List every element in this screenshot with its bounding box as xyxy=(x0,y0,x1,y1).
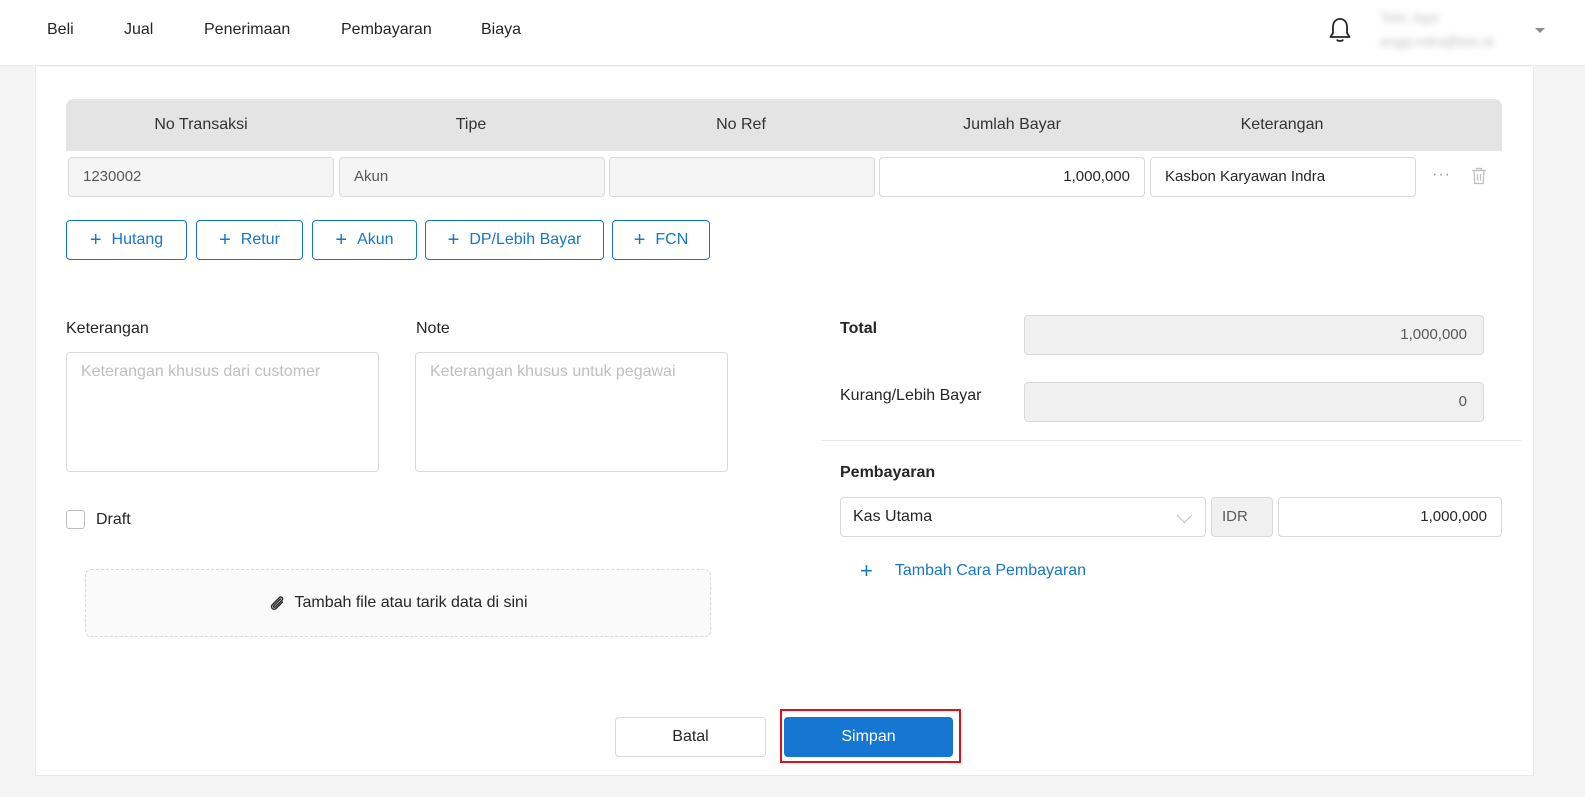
keterangan-textarea[interactable] xyxy=(66,352,379,472)
note-label: Note xyxy=(416,320,450,337)
add-fcn-label: FCN xyxy=(655,231,689,248)
add-payment-method-button[interactable]: + Tambah Cara Pembayaran xyxy=(860,560,1086,582)
col-tipe: Tipe xyxy=(455,116,487,133)
dropzone-label: Tambah file atau tarik data di sini xyxy=(294,594,528,611)
total-label: Total xyxy=(840,320,878,337)
trash-icon[interactable] xyxy=(1471,167,1487,185)
col-jumlah-bayar: Jumlah Bayar xyxy=(963,116,1061,133)
note-textarea[interactable] xyxy=(415,352,728,472)
paperclip-icon xyxy=(271,596,284,610)
plus-icon: + xyxy=(335,229,348,251)
add-payment-method-label: Tambah Cara Pembayaran xyxy=(894,562,1087,579)
keterangan-label: Keterangan xyxy=(66,320,149,337)
nav-beli[interactable]: Beli xyxy=(47,21,74,39)
add-akun-label: Akun xyxy=(357,231,394,248)
tipe-field: Akun xyxy=(339,157,605,197)
plus-icon: + xyxy=(633,229,646,251)
pembayaran-label: Pembayaran xyxy=(840,464,936,481)
file-dropzone[interactable]: Tambah file atau tarik data di sini xyxy=(85,569,711,637)
save-button[interactable]: Simpan xyxy=(784,717,953,757)
add-retur-label: Retur xyxy=(240,231,280,248)
user-menu[interactable]: Tobs Jaya anggi.indra@bee.id xyxy=(1380,8,1525,54)
plus-icon: + xyxy=(219,229,231,251)
add-retur-button[interactable]: + Retur xyxy=(196,220,303,260)
add-dp-label: DP/Lebih Bayar xyxy=(469,231,582,248)
keterangan-row-input[interactable]: Kasbon Karyawan Indra xyxy=(1150,157,1416,197)
table-header: No Transaksi Tipe No Ref Jumlah Bayar Ke… xyxy=(66,99,1502,151)
draft-checkbox[interactable] xyxy=(66,510,85,529)
user-email: anggi.indra@bee.id xyxy=(1380,34,1493,49)
kurang-lebih-label: Kurang/Lebih Bayar xyxy=(840,387,982,404)
caret-down-icon[interactable] xyxy=(1535,28,1545,33)
add-hutang-button[interactable]: + Hutang xyxy=(66,220,187,260)
add-dp-button[interactable]: + DP/Lebih Bayar xyxy=(425,220,604,260)
add-akun-button[interactable]: + Akun xyxy=(312,220,417,260)
col-no-ref: No Ref xyxy=(716,116,766,133)
payment-method-select[interactable]: Kas Utama xyxy=(840,497,1206,537)
top-navbar: Beli Jual Penerimaan Pembayaran Biaya To… xyxy=(0,0,1585,66)
currency-field: IDR xyxy=(1211,497,1273,537)
col-no-transaksi: No Transaksi xyxy=(154,116,248,133)
no-transaksi-field: 1230002 xyxy=(68,157,334,197)
payment-amount-input[interactable]: 1,000,000 xyxy=(1278,497,1502,537)
no-ref-field xyxy=(609,157,875,197)
more-icon[interactable]: ··· xyxy=(1432,166,1451,184)
draft-label: Draft xyxy=(96,511,131,528)
nav-pembayaran[interactable]: Pembayaran xyxy=(341,21,432,39)
plus-icon: + xyxy=(447,229,460,251)
total-value: 1,000,000 xyxy=(1024,315,1484,355)
bell-icon[interactable] xyxy=(1327,16,1353,44)
cancel-button[interactable]: Batal xyxy=(615,717,766,757)
user-name: Tobs Jaya xyxy=(1380,10,1439,25)
add-fcn-button[interactable]: + FCN xyxy=(612,220,710,260)
kurang-lebih-value: 0 xyxy=(1024,382,1484,422)
jumlah-bayar-input[interactable]: 1,000,000 xyxy=(879,157,1145,197)
nav-jual[interactable]: Jual xyxy=(124,21,153,39)
add-hutang-label: Hutang xyxy=(111,231,164,248)
col-keterangan: Keterangan xyxy=(1240,116,1324,133)
plus-icon: + xyxy=(860,558,873,583)
nav-penerimaan[interactable]: Penerimaan xyxy=(204,21,290,39)
nav-biaya[interactable]: Biaya xyxy=(481,21,521,39)
summary-divider xyxy=(821,440,1521,441)
plus-icon: + xyxy=(89,229,102,251)
